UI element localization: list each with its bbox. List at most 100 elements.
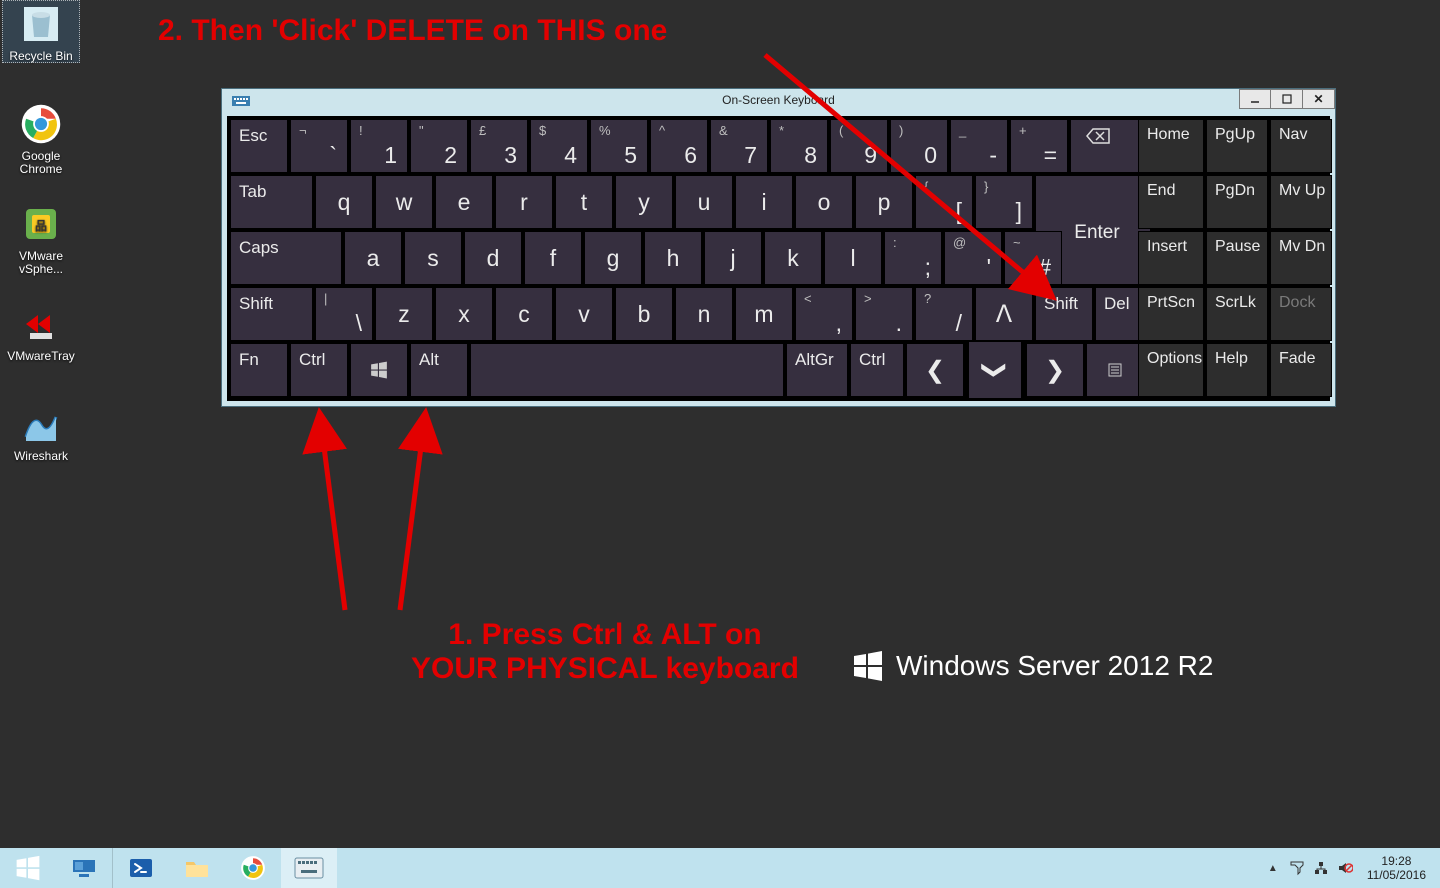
arrow-to-ctrl-icon <box>300 410 360 615</box>
vmtray-icon <box>17 300 65 348</box>
key-x[interactable]: x <box>435 287 493 341</box>
key-w[interactable]: w <box>375 175 433 229</box>
key-\[interactable]: |\ <box>315 287 373 341</box>
key-options[interactable]: Options <box>1138 343 1204 397</box>
key-pgdn[interactable]: PgDn <box>1206 175 1268 229</box>
key-r[interactable]: r <box>495 175 553 229</box>
key-win[interactable] <box>350 343 408 397</box>
key-t[interactable]: t <box>555 175 613 229</box>
arrow-to-del-icon <box>760 50 1070 310</box>
key-y[interactable]: y <box>615 175 673 229</box>
key-e[interactable]: e <box>435 175 493 229</box>
desktop-icon-label: Wireshark <box>2 450 80 463</box>
desktop-icon-label: Recycle Bin <box>2 50 80 63</box>
key-help[interactable]: Help <box>1206 343 1268 397</box>
key-nav[interactable]: Nav <box>1270 119 1332 173</box>
recycle-icon <box>17 0 65 48</box>
key-c[interactable]: c <box>495 287 553 341</box>
desktop-icon-wireshark[interactable]: Wireshark <box>2 400 80 463</box>
key-prtscn[interactable]: PrtScn <box>1138 287 1204 341</box>
key-home[interactable]: Home <box>1138 119 1204 173</box>
key-d[interactable]: d <box>464 231 522 285</box>
key-3[interactable]: £3 <box>470 119 528 173</box>
key-mv-up[interactable]: Mv Up <box>1270 175 1332 229</box>
server-manager-button[interactable] <box>56 848 112 888</box>
desktop-icon-label: VMwareTray <box>2 350 80 363</box>
taskbar-clock[interactable]: 19:28 11/05/2016 <box>1357 854 1436 882</box>
desktop-icon-chrome[interactable]: Google Chrome <box>2 100 80 176</box>
explorer-button[interactable] <box>169 848 225 888</box>
windows-icon <box>370 361 388 379</box>
key-right-arrow[interactable]: ❯ <box>1026 343 1084 397</box>
key-b[interactable]: b <box>615 287 673 341</box>
key-1[interactable]: !1 <box>350 119 408 173</box>
key-`[interactable]: ¬` <box>290 119 348 173</box>
desktop-icon-label: VMware vSphe... <box>2 250 80 276</box>
system-tray: ▲ 19:28 11/05/2016 <box>1261 848 1440 888</box>
maximize-button[interactable] <box>1271 89 1303 109</box>
chrome-taskbar-button[interactable] <box>225 848 281 888</box>
key-n[interactable]: n <box>675 287 733 341</box>
windows-logo-icon <box>852 650 884 682</box>
key-space[interactable] <box>470 343 784 397</box>
key-h[interactable]: h <box>644 231 702 285</box>
key-g[interactable]: g <box>584 231 642 285</box>
key-esc[interactable]: Esc <box>230 119 288 173</box>
minimize-button[interactable] <box>1239 89 1271 109</box>
taskbar: ▲ 19:28 11/05/2016 <box>0 848 1440 888</box>
network-icon[interactable] <box>1312 859 1330 877</box>
key-s[interactable]: s <box>404 231 462 285</box>
key-f[interactable]: f <box>524 231 582 285</box>
key-down-arrow[interactable]: ❯ <box>968 341 1022 399</box>
key-z[interactable]: z <box>375 287 433 341</box>
desktop-icon-vmtray[interactable]: VMwareTray <box>2 300 80 363</box>
wireshark-icon <box>17 400 65 448</box>
key-altgr[interactable]: AltGr <box>786 343 848 397</box>
key-v[interactable]: v <box>555 287 613 341</box>
osk-taskbar-button[interactable] <box>281 848 337 888</box>
annotation-step2: 2. Then 'Click' DELETE on THIS one <box>158 14 667 48</box>
key-6[interactable]: ^6 <box>650 119 708 173</box>
key-alt[interactable]: Alt <box>410 343 468 397</box>
key-u[interactable]: u <box>675 175 733 229</box>
backspace-icon <box>1079 126 1111 146</box>
key-q[interactable]: q <box>315 175 373 229</box>
context-menu-icon <box>1107 362 1123 378</box>
key-mv-dn[interactable]: Mv Dn <box>1270 231 1332 285</box>
key-ctrl[interactable]: Ctrl <box>850 343 904 397</box>
chrome-icon <box>17 100 65 148</box>
desktop-icon-recycle[interactable]: Recycle Bin <box>2 0 80 63</box>
key-left-arrow[interactable]: ❮ <box>906 343 964 397</box>
key-menu[interactable] <box>1086 343 1144 397</box>
svg-text:品: 品 <box>35 219 47 233</box>
action-center-icon[interactable] <box>1288 859 1306 877</box>
start-button[interactable] <box>0 848 56 888</box>
tray-up-icon[interactable]: ▲ <box>1264 859 1282 877</box>
key-pause[interactable]: Pause <box>1206 231 1268 285</box>
key-4[interactable]: $4 <box>530 119 588 173</box>
arrow-to-alt-icon <box>390 410 450 615</box>
volume-muted-icon[interactable] <box>1336 859 1354 877</box>
key-fade[interactable]: Fade <box>1270 343 1332 397</box>
windows-watermark: Windows Server 2012 R2 <box>852 650 1213 682</box>
key-5[interactable]: %5 <box>590 119 648 173</box>
key-dock[interactable]: Dock <box>1270 287 1332 341</box>
key-2[interactable]: "2 <box>410 119 468 173</box>
key-caps[interactable]: Caps <box>230 231 342 285</box>
key-tab[interactable]: Tab <box>230 175 313 229</box>
key-insert[interactable]: Insert <box>1138 231 1204 285</box>
desktop-icon-vsphere[interactable]: 品 VMware vSphe... <box>2 200 80 276</box>
powershell-button[interactable] <box>113 848 169 888</box>
close-button[interactable]: ✕ <box>1303 89 1335 109</box>
key-end[interactable]: End <box>1138 175 1204 229</box>
key-a[interactable]: a <box>344 231 402 285</box>
key-fn[interactable]: Fn <box>230 343 288 397</box>
vsphere-icon: 品 <box>17 200 65 248</box>
key-ctrl[interactable]: Ctrl <box>290 343 348 397</box>
key-shift[interactable]: Shift <box>230 287 313 341</box>
desktop-icon-label: Google Chrome <box>2 150 80 176</box>
annotation-step1: 1. Press Ctrl & ALT on YOUR PHYSICAL key… <box>365 618 845 686</box>
key-scrlk[interactable]: ScrLk <box>1206 287 1268 341</box>
key-pgup[interactable]: PgUp <box>1206 119 1268 173</box>
key-j[interactable]: j <box>704 231 762 285</box>
